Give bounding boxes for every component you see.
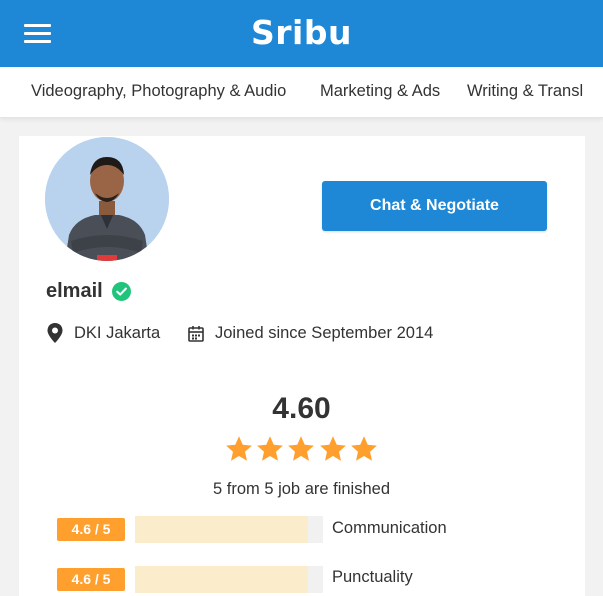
- chat-negotiate-button[interactable]: Chat & Negotiate: [322, 181, 547, 231]
- category-marketing[interactable]: Marketing & Ads: [320, 82, 440, 101]
- star-icon: [351, 436, 377, 461]
- username: elmail: [46, 280, 103, 302]
- punctuality-progress-fill: [135, 566, 308, 593]
- top-navbar: Sribu: [0, 0, 603, 67]
- communication-progress-bar: [135, 516, 323, 543]
- star-icon: [226, 436, 252, 461]
- location-pin-icon: [47, 323, 63, 343]
- jobs-finished-text: 5 from 5 job are finished: [212, 480, 390, 498]
- category-writing[interactable]: Writing & Transl: [467, 82, 583, 101]
- verified-badge-icon: [112, 282, 131, 301]
- joined-date-text: Joined since September 2014: [215, 324, 434, 342]
- star-icon: [257, 436, 283, 461]
- communication-score-badge: 4.6 / 5: [57, 518, 125, 541]
- punctuality-label: Punctuality: [332, 568, 413, 586]
- communication-progress-fill: [135, 516, 308, 543]
- rating-stars: [223, 434, 383, 466]
- sribu-logo[interactable]: Sribu: [0, 13, 603, 52]
- category-videography[interactable]: Videography, Photography & Audio: [31, 82, 286, 101]
- star-icon: [320, 436, 346, 461]
- punctuality-progress-bar: [135, 566, 323, 593]
- rating-value: 4.60: [272, 392, 331, 425]
- location-text: DKI Jakarta: [74, 324, 161, 342]
- calendar-icon: [188, 326, 204, 342]
- category-bar: Videography, Photography & Audio Marketi…: [0, 67, 603, 118]
- communication-label: Communication: [332, 519, 447, 537]
- punctuality-score-badge: 4.6 / 5: [57, 568, 125, 591]
- star-icon: [288, 436, 314, 461]
- avatar: [45, 137, 169, 261]
